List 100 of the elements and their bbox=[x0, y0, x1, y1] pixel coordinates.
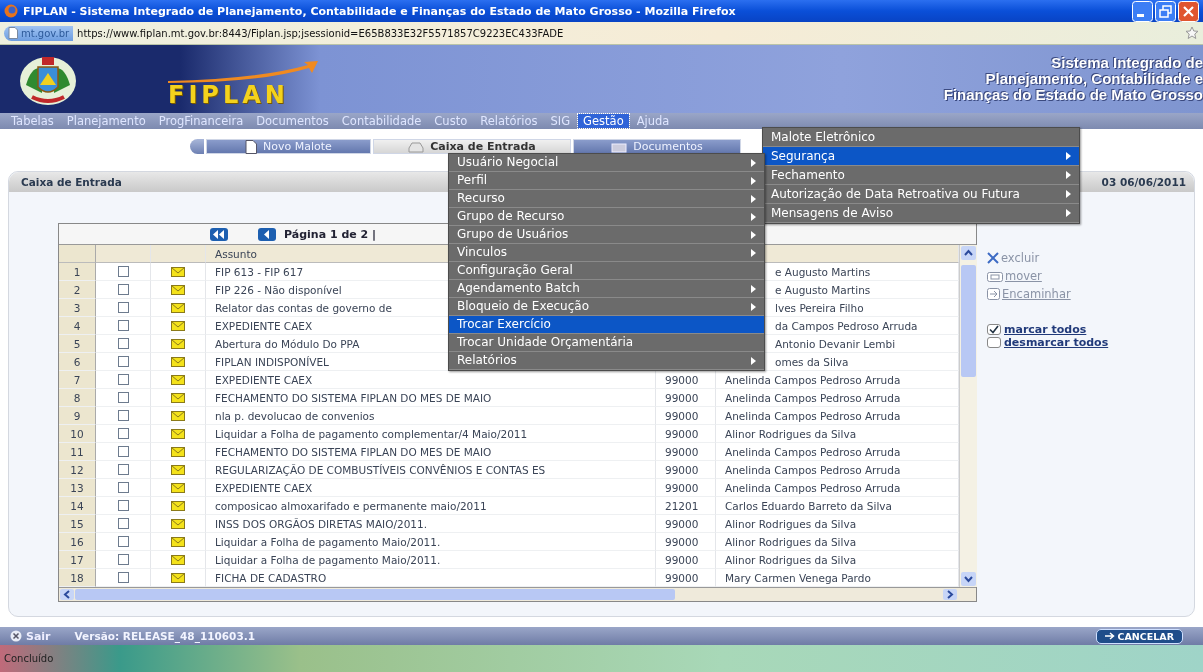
submenu-arrow-icon bbox=[1066, 190, 1071, 198]
checkbox[interactable] bbox=[117, 410, 129, 421]
tab-strip-end bbox=[190, 139, 204, 154]
row-number: 7 bbox=[59, 371, 96, 389]
table-cell: FECHAMENTO DO SISTEMA FIPLAN DO MES DE MAIO bbox=[206, 443, 656, 461]
cancel-button[interactable]: CANCELAR bbox=[1095, 628, 1183, 644]
select-link[interactable]: marcar todos bbox=[1004, 323, 1087, 336]
envelope-icon bbox=[171, 320, 185, 331]
scroll-down-icon[interactable] bbox=[960, 571, 977, 587]
url-field[interactable]: https://www.fiplan.mt.gov.br:8443/Fiplan.jsp;jsessionid=E65B833E32F5571857C9223EC433FADE bbox=[77, 27, 1181, 39]
table-cell: Anelinda Campos Pedroso Arruda bbox=[716, 479, 959, 497]
checkbox[interactable] bbox=[117, 518, 129, 529]
first-page-icon[interactable] bbox=[210, 227, 228, 241]
document-icon bbox=[245, 139, 258, 154]
menu-item[interactable]: Segurança bbox=[763, 147, 1079, 166]
table-cell: Liquidar a Folha de pagamento Maio/2011. bbox=[206, 551, 656, 569]
row-number: 11 bbox=[59, 443, 96, 461]
arrow-right-icon bbox=[1104, 632, 1115, 640]
table-cell: Anelinda Campos Pedroso Arruda bbox=[716, 461, 959, 479]
row-number: 5 bbox=[59, 335, 96, 353]
checkbox[interactable] bbox=[117, 374, 129, 385]
checkbox[interactable] bbox=[117, 338, 129, 349]
panel-title: Caixa de Entrada bbox=[21, 176, 122, 188]
table-cell: 99000 bbox=[656, 389, 716, 407]
menu-bar-item[interactable]: Gestão bbox=[578, 114, 629, 128]
checkbox[interactable] bbox=[117, 302, 129, 313]
menu-item[interactable]: Recurso bbox=[449, 190, 764, 208]
envelope-icon bbox=[171, 536, 185, 547]
menu-item[interactable]: Perfil bbox=[449, 172, 764, 190]
system-name-line: Sistema Integrado de bbox=[1051, 55, 1203, 71]
menu-item[interactable]: Grupo de Recurso bbox=[449, 208, 764, 226]
checkbox[interactable] bbox=[117, 428, 129, 439]
table-cell: REGULARIZAÇÃO DE COMBUSTÍVEIS CONVÊNIOS E CONTAS ES bbox=[206, 461, 656, 479]
checkbox[interactable] bbox=[117, 392, 129, 403]
checkbox[interactable] bbox=[117, 356, 129, 367]
page-icon bbox=[8, 27, 18, 39]
close-circle-icon bbox=[10, 630, 22, 642]
table-cell: 99000 bbox=[656, 425, 716, 443]
menu-item[interactable]: Trocar Unidade Orçamentária bbox=[449, 334, 764, 352]
envelope-icon bbox=[171, 356, 185, 367]
row-number: 8 bbox=[59, 389, 96, 407]
envelope-icon bbox=[171, 338, 185, 349]
delete-link[interactable]: excluir bbox=[987, 251, 1040, 265]
envelope-icon bbox=[171, 572, 185, 583]
menu-item[interactable]: Vinculos bbox=[449, 244, 764, 262]
table-cell: 99000 bbox=[656, 461, 716, 479]
exit-button[interactable]: Sair bbox=[10, 629, 51, 643]
submenu-arrow-icon bbox=[1066, 152, 1071, 160]
menu-item[interactable]: Relatórios bbox=[449, 352, 764, 370]
envelope-icon bbox=[171, 302, 185, 313]
row-number: 4 bbox=[59, 317, 96, 335]
close-icon[interactable] bbox=[1178, 0, 1199, 22]
checkbox[interactable] bbox=[117, 536, 129, 547]
forward-link[interactable]: Encaminhar bbox=[987, 287, 1071, 301]
table-cell: INSS DOS ORGÃOS DIRETAS MAIO/2011. bbox=[206, 515, 656, 533]
checkbox[interactable] bbox=[117, 284, 129, 295]
menu-item[interactable]: Trocar Exercício bbox=[449, 316, 764, 334]
table-cell: 99000 bbox=[656, 533, 716, 551]
checkbox[interactable] bbox=[117, 446, 129, 457]
page-indicator: Página 1 de 2 | bbox=[284, 227, 377, 241]
restore-icon[interactable] bbox=[1155, 0, 1176, 22]
table-cell: 99000 bbox=[656, 443, 716, 461]
table-cell: Alinor Rodrigues da Silva bbox=[716, 515, 959, 533]
scroll-left-icon[interactable] bbox=[59, 588, 75, 601]
site-identity-button[interactable]: mt.gov.br bbox=[4, 25, 74, 41]
row-number: 15 bbox=[59, 515, 96, 533]
menu-item[interactable]: Grupo de Usuários bbox=[449, 226, 764, 244]
table-cell: 99000 bbox=[656, 515, 716, 533]
checkbox[interactable] bbox=[117, 266, 129, 277]
menu-item[interactable]: Configuração Geral bbox=[449, 262, 764, 280]
row-number: 10 bbox=[59, 425, 96, 443]
table-cell: Alinor Rodrigues da Silva bbox=[716, 533, 959, 551]
checkbox[interactable] bbox=[117, 500, 129, 511]
envelope-icon bbox=[171, 284, 185, 295]
checkbox[interactable] bbox=[117, 464, 129, 475]
tab[interactable]: Novo Malote bbox=[206, 139, 371, 154]
scrollbar-thumb[interactable] bbox=[961, 265, 976, 377]
window-title: FIPLAN - Sistema Integrado de Planejamento, Contabilidade e Finanças do Estado de Mato Grosso - Mozilla Firefox bbox=[23, 4, 737, 18]
tab[interactable]: Caixa de Entrada bbox=[373, 139, 571, 154]
table-cell: Anelinda Campos Pedroso Arruda bbox=[716, 389, 959, 407]
scroll-right-icon[interactable] bbox=[942, 588, 958, 601]
checkbox[interactable] bbox=[117, 572, 129, 583]
row-number: 6 bbox=[59, 353, 96, 371]
scroll-up-icon[interactable] bbox=[960, 245, 977, 261]
row-number: 2 bbox=[59, 281, 96, 299]
select-link[interactable]: desmarcar todos bbox=[1004, 336, 1109, 349]
star-icon[interactable] bbox=[1185, 26, 1199, 40]
menu-item[interactable]: Agendamento Batch bbox=[449, 280, 764, 298]
row-number: 3 bbox=[59, 299, 96, 317]
checkbox[interactable] bbox=[117, 554, 129, 565]
row-number: 18 bbox=[59, 569, 96, 587]
minimize-icon[interactable] bbox=[1132, 0, 1153, 22]
scrollbar-thumb[interactable] bbox=[75, 589, 675, 600]
envelope-icon bbox=[171, 500, 185, 511]
checkbox[interactable] bbox=[117, 320, 129, 331]
previous-page-icon[interactable] bbox=[258, 227, 276, 241]
checkbox[interactable] bbox=[117, 482, 129, 493]
menu-item[interactable]: Usuário Negocial bbox=[449, 154, 764, 172]
envelope-icon bbox=[171, 554, 185, 565]
move-link[interactable]: mover bbox=[987, 269, 1042, 283]
